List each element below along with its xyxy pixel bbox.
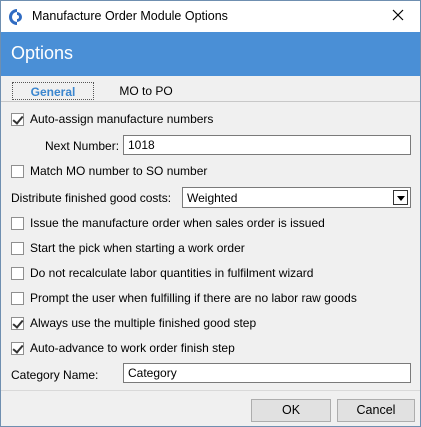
issue-mo-label: Issue the manufacture order when sales o… bbox=[30, 216, 325, 230]
start-pick-label: Start the pick when starting a work orde… bbox=[30, 241, 245, 255]
multi-fg-checkbox[interactable] bbox=[11, 316, 24, 330]
options-banner: Options bbox=[1, 32, 420, 76]
auto-assign-checkbox[interactable] bbox=[11, 112, 24, 126]
tab-general[interactable]: General bbox=[12, 82, 94, 100]
match-mo-row[interactable]: Match MO number to SO number bbox=[11, 163, 207, 179]
close-icon bbox=[392, 9, 404, 24]
dialog-window: Manufacture Order Module Options Options… bbox=[0, 0, 421, 427]
start-pick-row[interactable]: Start the pick when starting a work orde… bbox=[11, 240, 245, 256]
multi-fg-label: Always use the multiple finished good st… bbox=[30, 316, 257, 330]
auto-advance-label: Auto-advance to work order finish step bbox=[30, 341, 235, 355]
prompt-user-row[interactable]: Prompt the user when fulfilling if there… bbox=[11, 290, 357, 306]
next-number-label: Next Number: bbox=[45, 139, 120, 153]
match-mo-label: Match MO number to SO number bbox=[30, 164, 208, 178]
tab-divider bbox=[1, 101, 420, 102]
tab-strip: General MO to PO bbox=[1, 79, 420, 103]
close-button[interactable] bbox=[376, 1, 420, 32]
issue-mo-checkbox[interactable] bbox=[11, 216, 24, 230]
banner-title: Options bbox=[11, 43, 74, 63]
auto-assign-row[interactable]: Auto-assign manufacture numbers bbox=[11, 111, 213, 127]
window-title: Manufacture Order Module Options bbox=[32, 9, 228, 23]
tab-mo-to-po[interactable]: MO to PO bbox=[111, 82, 181, 100]
title-bar: Manufacture Order Module Options bbox=[1, 1, 420, 32]
issue-mo-row[interactable]: Issue the manufacture order when sales o… bbox=[11, 215, 325, 231]
category-name-input[interactable]: Category bbox=[123, 363, 411, 383]
no-recalc-label: Do not recalculate labor quantities in f… bbox=[30, 266, 314, 280]
prompt-user-checkbox[interactable] bbox=[11, 291, 24, 305]
category-name-label: Category Name: bbox=[11, 368, 99, 382]
chevron-down-icon[interactable] bbox=[393, 190, 408, 205]
auto-advance-checkbox[interactable] bbox=[11, 341, 24, 355]
distribute-value: Weighted bbox=[187, 191, 238, 205]
app-logo-icon bbox=[9, 9, 25, 25]
no-recalc-checkbox[interactable] bbox=[11, 266, 24, 280]
no-recalc-row[interactable]: Do not recalculate labor quantities in f… bbox=[11, 265, 313, 281]
match-mo-checkbox[interactable] bbox=[11, 164, 24, 178]
ok-button[interactable]: OK bbox=[251, 399, 331, 422]
distribute-select[interactable]: Weighted bbox=[182, 187, 411, 208]
multi-fg-row[interactable]: Always use the multiple finished good st… bbox=[11, 315, 256, 331]
auto-assign-label: Auto-assign manufacture numbers bbox=[30, 112, 214, 126]
next-number-input[interactable]: 1018 bbox=[123, 135, 411, 155]
auto-advance-row[interactable]: Auto-advance to work order finish step bbox=[11, 340, 235, 356]
distribute-label: Distribute finished good costs: bbox=[11, 191, 172, 205]
cancel-button[interactable]: Cancel bbox=[337, 399, 415, 422]
prompt-user-label: Prompt the user when fulfilling if there… bbox=[30, 291, 357, 305]
start-pick-checkbox[interactable] bbox=[11, 241, 24, 255]
